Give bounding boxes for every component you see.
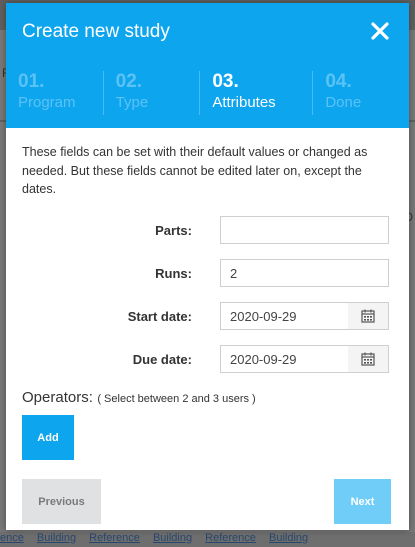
parts-row: Parts: [6, 216, 409, 246]
step-attributes: 03. Attributes [199, 71, 312, 115]
due-date-label: Due date: [132, 352, 192, 367]
start-date-label: Start date: [127, 309, 192, 324]
next-button[interactable]: Next [334, 479, 391, 524]
close-icon [371, 22, 389, 40]
calendar-icon [361, 309, 375, 323]
step-label: Done [325, 94, 362, 111]
step-done: 04. Done [312, 71, 409, 115]
start-date-row: Start date: 2020-09-29 [6, 302, 409, 332]
modal-body: These fields can be set with their defau… [6, 128, 409, 199]
parts-label: Parts: [155, 223, 192, 238]
step-label: Program [18, 94, 76, 111]
step-program: 01. Program [6, 71, 103, 115]
due-date-input[interactable]: 2020-09-29 [220, 345, 349, 373]
operators-heading: Operators: ( Select between 2 and 3 user… [22, 389, 256, 407]
operators-hint: ( Select between 2 and 3 users ) [97, 393, 256, 405]
modal-header: Create new study 01. Program 02. Type 03… [6, 3, 409, 128]
start-date-picker-button[interactable] [348, 302, 389, 330]
runs-label: Runs: [155, 266, 192, 281]
calendar-icon [361, 352, 375, 366]
background-link: Reference [205, 532, 256, 544]
step-label: Attributes [212, 94, 276, 111]
modal-title: Create new study [22, 21, 170, 42]
operators-label: Operators: [22, 389, 93, 406]
close-button[interactable] [369, 20, 391, 42]
intro-text: These fields can be set with their defau… [22, 145, 368, 196]
step-number: 02. [115, 71, 143, 92]
due-date-row: Due date: 2020-09-29 [6, 345, 409, 375]
background-link: Reference [89, 532, 140, 544]
wizard-steps: 01. Program 02. Type 03. Attributes 04. … [6, 71, 409, 115]
runs-input[interactable]: 2 [220, 259, 389, 287]
step-type: 02. Type [102, 71, 200, 115]
background-footer-links: ence Building Reference Building Referen… [0, 532, 415, 547]
parts-input[interactable] [220, 216, 389, 244]
due-date-picker-button[interactable] [348, 345, 389, 373]
background-link: Building [152, 532, 193, 544]
step-number: 01. [18, 71, 45, 92]
step-label: Type [115, 94, 149, 111]
step-number: 04. [325, 71, 352, 92]
background-link: Building [36, 532, 77, 544]
background-link: Building [268, 532, 309, 544]
add-operator-button[interactable]: Add [22, 415, 74, 460]
create-study-modal: Create new study 01. Program 02. Type 03… [6, 3, 409, 530]
start-date-input[interactable]: 2020-09-29 [220, 302, 349, 330]
previous-button[interactable]: Previous [22, 479, 101, 524]
step-number: 03. [212, 71, 239, 92]
runs-row: Runs: 2 [6, 259, 409, 289]
background-link: ence [0, 532, 24, 544]
